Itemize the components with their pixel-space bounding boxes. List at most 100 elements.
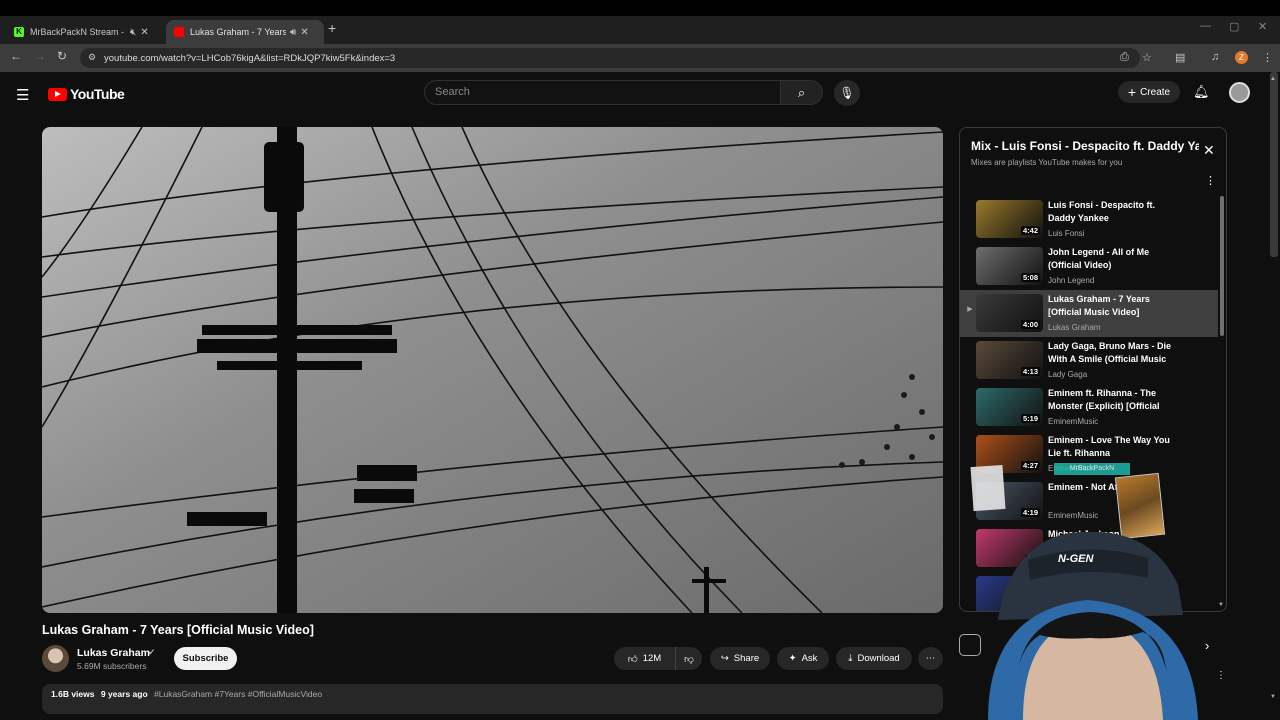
video-frame-power-lines — [42, 127, 943, 613]
playlist-scrollbar[interactable] — [1220, 196, 1224, 336]
ask-button[interactable]: ✦ Ask — [777, 647, 829, 670]
playlist-item-title: Lukas Graham - 7 Years [Official Music V… — [1048, 294, 1150, 317]
bookmark-star-icon[interactable]: ☆ — [1142, 51, 1152, 64]
download-button[interactable]: ⤓ Download — [836, 647, 912, 670]
playlist-thumbnail[interactable]: 4:42 — [976, 200, 1043, 238]
duration-badge: 4:00 — [1020, 320, 1040, 329]
reload-icon[interactable]: ↻ — [57, 49, 67, 63]
duration-badge: 5:19 — [1020, 414, 1040, 423]
hashtags[interactable]: #LukasGraham #7Years #OfficialMusicVideo — [154, 689, 322, 699]
playlist-thumbnail[interactable]: 4:13 — [976, 341, 1043, 379]
plus-icon: + — [1127, 84, 1137, 100]
playlist-item-channel: Lukas Graham — [1048, 323, 1101, 332]
duration-badge: 4:42 — [1020, 226, 1040, 235]
new-tab-button[interactable]: + — [328, 20, 336, 36]
video-player[interactable] — [42, 127, 943, 613]
tab-title: Lukas Graham - 7 Years [Offi — [190, 27, 286, 37]
window-top-bar — [0, 0, 1280, 16]
playlist-thumbnail[interactable]: 5:08 — [976, 247, 1043, 285]
close-window-icon[interactable]: ✕ — [1258, 20, 1267, 33]
playlist-item-channel: Luis Fonsi — [1048, 229, 1085, 238]
sparkle-icon: ✦ — [788, 653, 797, 664]
playlist-thumbnail[interactable]: 5:19 — [976, 388, 1043, 426]
playlist-item[interactable]: 4:42 Luis Fonsi - Despacito ft. Daddy Yan… — [960, 196, 1218, 243]
playlist-item-channel: Lady Gaga — [1048, 370, 1088, 379]
playlist-item[interactable]: 4:13 Lady Gaga, Bruno Mars - Die With A S… — [960, 337, 1218, 384]
forward-icon[interactable]: → — [34, 49, 46, 63]
overlay-name-tag: MrBackPackN — [1054, 463, 1130, 475]
ask-label: Ask — [801, 653, 818, 664]
site-info-icon[interactable]: ⚙︎ — [88, 52, 96, 63]
more-actions-button[interactable]: ⋯ — [918, 647, 943, 670]
share-icon: ↪ — [720, 653, 729, 664]
scroll-up-arrow-icon[interactable]: ▲ — [1270, 76, 1276, 82]
notifications-bell-icon[interactable]: 🔔︎ — [1193, 84, 1210, 100]
subscribe-button[interactable]: Subscribe — [174, 647, 237, 670]
microphone-icon: 🎙︎ — [839, 86, 855, 100]
related-menu-icon[interactable]: ⋮ — [1216, 670, 1226, 681]
account-avatar[interactable] — [1229, 82, 1250, 103]
browser-menu-icon[interactable]: ⋮ — [1262, 51, 1273, 64]
playlist-item-title: Lady Gaga, Bruno Mars - Die With A Smile… — [1048, 341, 1172, 364]
profile-avatar-icon[interactable]: Z — [1235, 51, 1248, 64]
close-tab-icon[interactable]: ✕ — [140, 27, 148, 38]
playlist-item-title: Eminem ft. Rihanna - The Monster (Explic… — [1048, 388, 1160, 411]
tab-kick-stream[interactable]: K MrBackPackN Stream - Wat 🔇︎ ✕ — [6, 20, 164, 44]
search-button[interactable]: ⌕ — [781, 80, 823, 105]
search-input[interactable]: Search — [424, 80, 781, 105]
playlist-thumbnail[interactable]: 4:00 — [976, 294, 1043, 332]
more-dots-icon: ⋯ — [925, 653, 936, 664]
playlist-item[interactable]: 5:08 John Legend - All of Me (Official Vi… — [960, 243, 1218, 290]
voice-search-button[interactable]: 🎙︎ — [834, 80, 860, 106]
close-playlist-icon[interactable]: ✕ — [1203, 142, 1215, 159]
playlist-menu-icon[interactable]: ⋮ — [1205, 174, 1216, 187]
like-button[interactable]: 👍︎ 12M — [614, 647, 675, 670]
scroll-down-arrow-icon[interactable]: ▼ — [1218, 602, 1224, 608]
dislike-button[interactable]: 👎︎ — [675, 647, 702, 670]
description-box[interactable]: 1.6B views 9 years ago #LukasGraham #7Ye… — [42, 684, 943, 714]
close-tab-icon[interactable]: ✕ — [300, 27, 308, 38]
playlist-item-channel: EminemMusic — [1048, 417, 1099, 426]
duration-badge: 5:08 — [1020, 273, 1040, 282]
tab-strip: K MrBackPackN Stream - Wat 🔇︎ ✕ Lukas Gr… — [0, 16, 1280, 44]
download-icon: ⤓ — [848, 653, 853, 664]
maximize-icon[interactable]: ▢ — [1229, 20, 1239, 33]
youtube-favicon-icon — [174, 27, 184, 37]
media-controls-icon[interactable]: ♫ — [1211, 51, 1219, 63]
youtube-logo[interactable]: YouTube — [48, 86, 125, 102]
page-scrollbar[interactable] — [1270, 72, 1278, 257]
streamer-webcam-overlay — [968, 520, 1213, 720]
playlist-item[interactable]: 5:19 Eminem ft. Rihanna - The Monster (Ex… — [960, 384, 1218, 431]
video-title: Lukas Graham - 7 Years [Official Music V… — [42, 623, 314, 637]
playlist-item[interactable]: ▶ 4:00 Lukas Graham - 7 Years [Official Mu… — [960, 290, 1218, 337]
overlay-sticker-image — [970, 464, 1006, 512]
back-icon[interactable]: ← — [10, 49, 22, 63]
muted-icon[interactable]: 🔇︎ — [130, 27, 136, 38]
playlist-item-title: John Legend - All of Me (Official Video) — [1048, 247, 1150, 270]
duration-badge: 4:27 — [1020, 461, 1040, 470]
channel-name[interactable]: Lukas Graham — [77, 647, 150, 659]
playlist-item-channel: EminemMusic — [1048, 511, 1099, 520]
now-playing-indicator: ▶ — [967, 306, 973, 313]
subscriber-count: 5.69M subscribers — [77, 661, 147, 671]
hamburger-menu-icon[interactable]: ☰ — [16, 86, 29, 104]
tab-youtube[interactable]: Lukas Graham - 7 Years [Offi 🔊︎ ✕ — [166, 20, 324, 44]
tab-title: MrBackPackN Stream - Wat — [30, 27, 126, 37]
thumbs-up-icon: 👍︎ — [627, 653, 638, 665]
playlist-item-title: Eminem - Love The Way You Lie ft. Rihann… — [1048, 435, 1170, 458]
audio-playing-icon[interactable]: 🔊︎ — [290, 27, 296, 38]
duration-badge: 4:13 — [1020, 367, 1040, 376]
playlist-title[interactable]: Mix - Luis Fonsi - Despacito ft. Daddy Y… — [971, 139, 1199, 153]
webcam-image — [988, 531, 1198, 720]
duration-badge: 4:19 — [1020, 508, 1040, 517]
address-bar[interactable]: youtube.com/watch?v=LHCob76kigA&list=RDk… — [80, 48, 1140, 68]
minimize-icon[interactable]: — — [1200, 20, 1211, 32]
page-scroll-down-icon[interactable]: ▼ — [1270, 694, 1276, 700]
reading-mode-icon[interactable]: ▤ — [1175, 51, 1185, 64]
create-button[interactable]: + Create — [1118, 81, 1180, 103]
search-icon: ⌕ — [797, 85, 806, 100]
install-app-icon[interactable]: ⎙ — [1120, 51, 1129, 64]
share-button[interactable]: ↪ Share — [710, 647, 770, 670]
channel-avatar[interactable] — [42, 645, 69, 672]
thumbs-down-icon: 👎︎ — [684, 653, 694, 665]
